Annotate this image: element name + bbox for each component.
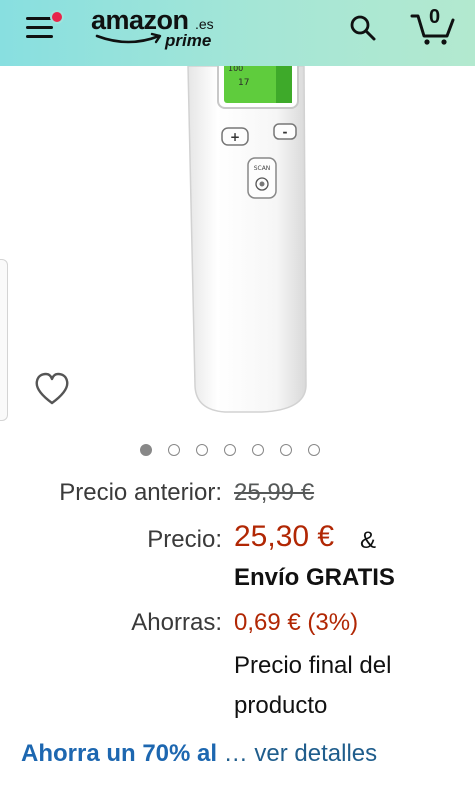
scan-button-label: SCAN [254,165,271,172]
final-price-note-line1: Precio final del [234,652,392,679]
search-button[interactable] [349,14,377,42]
screen-reading-bottom: 17 [238,78,249,88]
amazon-logo[interactable]: amazon .es prime [91,5,231,53]
cart-button[interactable]: 0 [409,6,457,46]
carousel-dot[interactable] [308,444,320,456]
app-header: amazon .es prime 0 [0,0,475,66]
product-image-gallery[interactable]: 100 17 + - SCAN [0,66,475,428]
price-amp: & [360,527,377,554]
menu-icon-bar [26,17,53,20]
previous-price-row: Precio anterior: 25,99 € [0,479,475,509]
deal-banner[interactable]: Ahorra un 70% al … ver detalles [21,740,377,768]
see-details-link[interactable]: … ver detalles [224,740,377,767]
price-row: Precio: 25,30 € & [0,520,475,560]
menu-icon-bar [26,26,53,29]
previous-price-label: Precio anterior: [59,479,222,506]
final-price-note-line2: producto [234,692,328,719]
menu-icon-bar [26,35,53,38]
carousel-dot[interactable] [140,444,152,456]
carousel-dot[interactable] [280,444,292,456]
carousel-dot[interactable] [224,444,236,456]
carousel-dot[interactable] [168,444,180,456]
heart-icon [35,372,69,405]
screen-reading-top: 100 [228,66,243,73]
notification-dot [50,10,64,24]
gallery-edge-handle[interactable] [0,259,8,421]
search-icon [350,15,376,41]
savings-value: 0,69 € (3%) [234,609,359,636]
cart-count: 0 [429,6,441,28]
free-shipping: Envío GRATIS [234,564,395,591]
carousel-dot[interactable] [252,444,264,456]
wishlist-button[interactable] [33,371,71,407]
price-label: Precio: [147,526,222,553]
menu-button[interactable] [26,10,64,44]
minus-button-label: - [283,125,288,139]
deal-text: Ahorra un 70% al [21,740,218,767]
smile-icon [95,32,162,44]
price-value: 25,30 € [234,520,335,553]
savings-row: Ahorras: 0,69 € (3%) [0,609,475,639]
carousel-indicator[interactable] [140,444,320,458]
savings-label: Ahorras: [131,609,222,636]
plus-button-label: + [230,130,240,144]
logo-suffix: .es [195,16,214,32]
previous-price-value: 25,99 € [234,479,315,506]
logo-prime: prime [165,31,212,50]
thermometer-image: 100 17 + - SCAN [187,66,307,413]
carousel-dot[interactable] [196,444,208,456]
